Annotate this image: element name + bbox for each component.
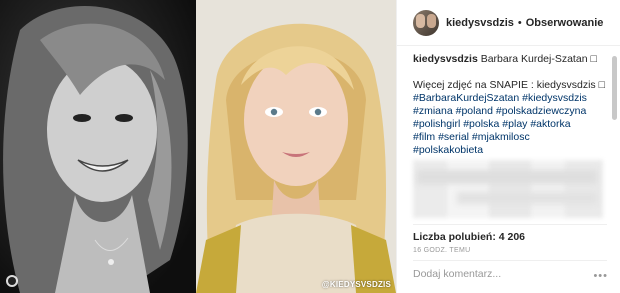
post-header: kiedysvsdzis • Obserwowanie bbox=[397, 0, 620, 46]
caption-line: Więcej zdjęć na SNAPIE : kiedysvsdzis □ bbox=[413, 79, 605, 91]
avatar[interactable] bbox=[413, 9, 439, 36]
post-sidebar: kiedysvsdzis • Obserwowanie kiedysvsdzis… bbox=[396, 0, 620, 293]
caption-title-line: kiedysvsdzis Barbara Kurdej-Szatan □ bbox=[413, 53, 613, 66]
header-separator: • bbox=[517, 16, 522, 29]
post-media[interactable]: @KIEDYSVSDZIS bbox=[0, 0, 396, 293]
photo-present: @KIEDYSVSDZIS bbox=[196, 0, 396, 293]
blurred-comments bbox=[413, 160, 603, 218]
person-tag-icon[interactable] bbox=[6, 275, 18, 287]
hashtag-line[interactable]: #zmiana #poland #polskadziewczyna bbox=[413, 105, 613, 118]
blurred-comment-line bbox=[457, 192, 597, 204]
comments-scrollbar[interactable] bbox=[612, 56, 617, 120]
post-timestamp[interactable]: 16 GODZ. TEMU bbox=[413, 247, 470, 254]
follow-button[interactable]: Obserwowanie bbox=[526, 17, 604, 29]
caption-gap bbox=[413, 66, 613, 79]
more-options-icon[interactable]: ••• bbox=[593, 270, 608, 282]
likes-count[interactable]: Liczba polubień: 4 206 bbox=[413, 231, 525, 243]
photo-past-illustration bbox=[0, 0, 196, 293]
photo-past bbox=[0, 0, 196, 293]
photo-present-illustration bbox=[196, 0, 396, 293]
blurred-comment-line bbox=[417, 170, 597, 184]
watermark: @KIEDYSVSDZIS bbox=[321, 280, 391, 289]
hashtag-line[interactable]: #polskakobieta bbox=[413, 144, 613, 157]
caption-username[interactable]: kiedysvsdzis bbox=[413, 53, 478, 65]
divider bbox=[413, 224, 607, 225]
hashtag-line[interactable]: #polishgirl #polska #play #aktorka bbox=[413, 118, 613, 131]
divider bbox=[413, 260, 607, 261]
hashtag-line[interactable]: #BarbaraKurdejSzatan #kiedysvsdzis bbox=[413, 92, 613, 105]
caption-title: Barbara Kurdej-Szatan □ bbox=[480, 53, 597, 65]
comment-input[interactable] bbox=[413, 268, 613, 280]
hashtag-line[interactable]: #film #serial #mjakmilosc bbox=[413, 131, 613, 144]
post-caption: kiedysvsdzis Barbara Kurdej-Szatan □ Wię… bbox=[413, 53, 613, 157]
instagram-post: @KIEDYSVSDZIS kiedysvsdzis • Obserwowani… bbox=[0, 0, 620, 293]
header-username[interactable]: kiedysvsdzis bbox=[446, 17, 514, 29]
